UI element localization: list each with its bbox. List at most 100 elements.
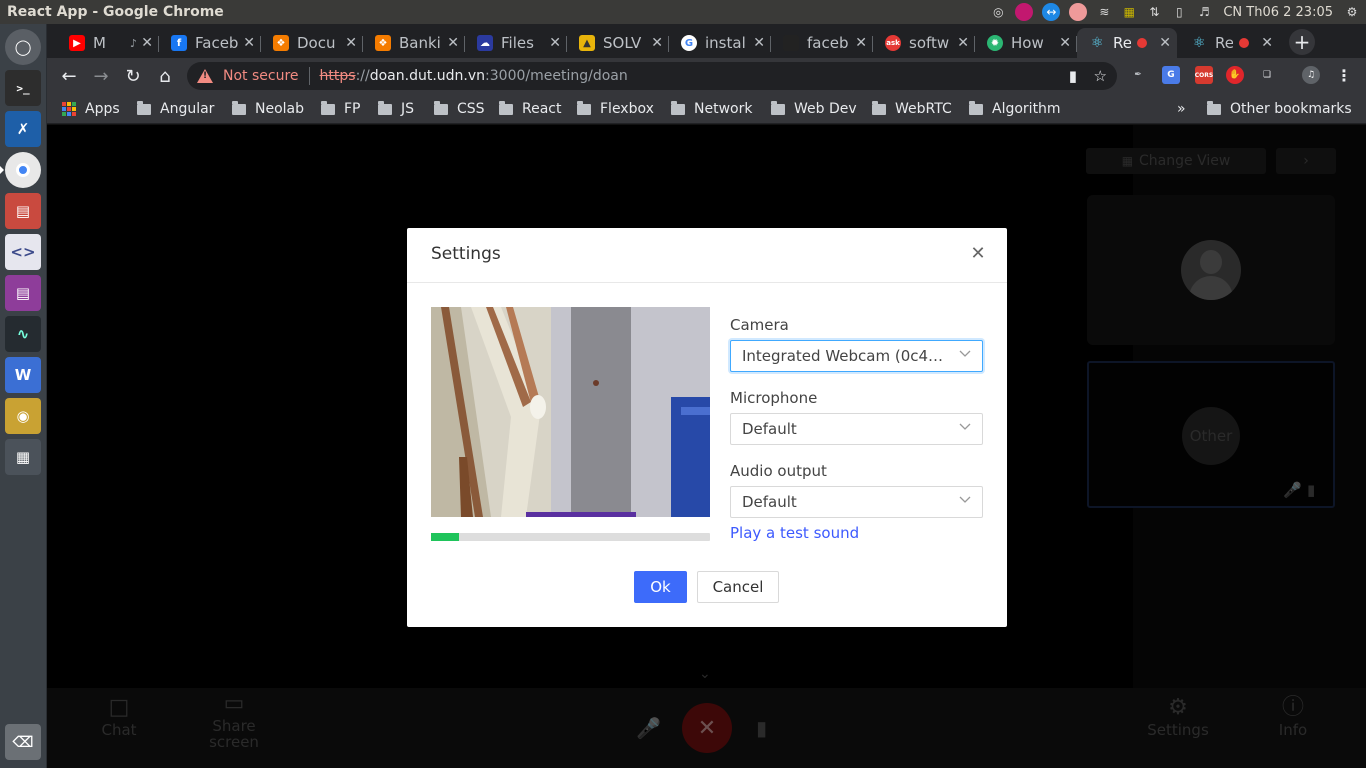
- tab[interactable]: ✹ How ✕: [975, 28, 1077, 58]
- bookmark-folder[interactable]: Algorithm: [969, 100, 1061, 118]
- settings-dialog: Settings ✕ Camera Integrated Webcam (0c4…: [407, 228, 1007, 627]
- bookmark-folder[interactable]: Angular: [137, 100, 214, 118]
- folder-icon: [872, 100, 886, 115]
- volume-icon[interactable]: ♬: [1196, 4, 1212, 20]
- menu-kebab-icon[interactable]: ⋮: [1335, 66, 1353, 85]
- vscode-icon[interactable]: ✗: [5, 111, 41, 147]
- play-test-sound-link[interactable]: Play a test sound: [730, 524, 859, 542]
- bookmark-folder[interactable]: Network: [671, 100, 752, 118]
- tab[interactable]: ▲ SOLV ✕: [567, 28, 669, 58]
- system-monitor-icon[interactable]: ∿: [5, 316, 41, 352]
- tab[interactable]: ❖ Docu ✕: [261, 28, 363, 58]
- audio-playing-icon[interactable]: ♪: [130, 37, 137, 50]
- close-tab-icon[interactable]: ✕: [753, 35, 765, 51]
- app-indicator-icon[interactable]: [1069, 3, 1088, 21]
- tab-active[interactable]: ⚛ Re ✕: [1077, 28, 1177, 58]
- extension-icon[interactable]: ❏: [1258, 66, 1276, 84]
- image-viewer-icon[interactable]: ◉: [5, 398, 41, 434]
- forward-icon[interactable]: →: [89, 64, 113, 88]
- close-tab-icon[interactable]: ✕: [1261, 35, 1273, 51]
- camera-in-use-icon[interactable]: ▮: [1069, 67, 1077, 85]
- writer-icon[interactable]: W: [5, 357, 41, 393]
- window-app-icon[interactable]: ▤: [5, 275, 41, 311]
- tab[interactable]: ⚛ Re ✕: [1179, 28, 1279, 58]
- clock[interactable]: CN Th06 2 23:05: [1221, 5, 1335, 20]
- tab[interactable]: ask softw ✕: [873, 28, 975, 58]
- close-tab-icon[interactable]: ✕: [141, 35, 153, 51]
- reload-icon[interactable]: ↻: [121, 64, 145, 88]
- teamviewer-icon[interactable]: ↔: [1042, 3, 1061, 21]
- translate-icon[interactable]: G: [1162, 66, 1180, 84]
- folder-icon: [577, 100, 591, 115]
- trash-icon[interactable]: ⌫: [5, 724, 41, 760]
- wifi-icon[interactable]: ≋: [1096, 4, 1112, 20]
- bookmark-folder[interactable]: CSS: [434, 100, 485, 118]
- bookmark-label: Web Dev: [794, 101, 857, 117]
- chrome-icon[interactable]: [5, 152, 41, 188]
- battery-icon[interactable]: ▯: [1171, 4, 1187, 20]
- tab[interactable]: ❖ Banki ✕: [363, 28, 465, 58]
- files-icon[interactable]: ▤: [5, 193, 41, 229]
- ok-button[interactable]: Ok: [634, 571, 687, 603]
- bookmark-folder[interactable]: WebRTC: [872, 100, 952, 118]
- profile-avatar[interactable]: ♫: [1302, 66, 1320, 84]
- bookmark-label: Other bookmarks: [1230, 101, 1352, 117]
- workspaces-icon[interactable]: ▦: [5, 439, 41, 475]
- close-tab-icon[interactable]: ✕: [1159, 35, 1171, 51]
- onedrive-icon: ☁: [477, 35, 493, 51]
- close-tab-icon[interactable]: ✕: [243, 35, 255, 51]
- firefox-dev-icon[interactable]: [1015, 3, 1034, 21]
- url-host: doan.dut.udn.vn: [369, 68, 486, 84]
- camera-select[interactable]: Integrated Webcam (0c45:6...: [730, 340, 983, 372]
- terminal-icon[interactable]: >_: [5, 70, 41, 106]
- folder-icon: [321, 100, 335, 115]
- address-bar[interactable]: ! Not secure https://doan.dut.udn.vn:300…: [187, 62, 1117, 90]
- bookmark-folder[interactable]: React: [499, 100, 561, 118]
- bookmark-apps[interactable]: Apps: [62, 100, 120, 118]
- tab[interactable]: ☁ Files ✕: [465, 28, 567, 58]
- home-icon[interactable]: ⌂: [153, 64, 177, 88]
- close-tab-icon[interactable]: ✕: [957, 35, 969, 51]
- adblock-icon[interactable]: ✋: [1226, 66, 1244, 84]
- bookmark-folder[interactable]: JS: [378, 100, 414, 118]
- security-status[interactable]: Not secure: [223, 68, 299, 84]
- microphone-select[interactable]: Default: [730, 413, 983, 445]
- new-tab-button[interactable]: +: [1289, 29, 1315, 55]
- folder-icon: [137, 100, 151, 115]
- ubuntu-icon[interactable]: ◯: [5, 29, 41, 65]
- bluetooth-icon[interactable]: ⇅: [1146, 4, 1162, 20]
- close-tab-icon[interactable]: ✕: [651, 35, 663, 51]
- eyedropper-icon[interactable]: ✒: [1129, 66, 1147, 84]
- keyboard-layout-icon[interactable]: ▦: [1121, 4, 1137, 20]
- bookmark-other[interactable]: Other bookmarks: [1207, 100, 1352, 118]
- close-tab-icon[interactable]: ✕: [345, 35, 357, 51]
- power-gear-icon[interactable]: ⚙: [1344, 4, 1360, 20]
- bookmarks-overflow-button[interactable]: »: [1177, 100, 1186, 118]
- lightbulb-icon[interactable]: ◎: [990, 4, 1006, 20]
- bookmark-label: WebRTC: [895, 101, 952, 117]
- cancel-button[interactable]: Cancel: [697, 571, 779, 603]
- bookmark-folder[interactable]: Neolab: [232, 100, 304, 118]
- close-tab-icon[interactable]: ✕: [447, 35, 459, 51]
- dialog-divider: [407, 282, 1007, 283]
- close-tab-icon[interactable]: ✕: [1059, 35, 1071, 51]
- bookmark-label: Algorithm: [992, 101, 1061, 117]
- bookmark-folder[interactable]: Web Dev: [771, 100, 857, 118]
- bookmark-star-icon[interactable]: ☆: [1094, 67, 1107, 85]
- tab[interactable]: f Faceb ✕: [159, 28, 261, 58]
- close-dialog-icon[interactable]: ✕: [969, 244, 987, 264]
- bookmark-folder[interactable]: Flexbox: [577, 100, 654, 118]
- bookmark-label: React: [522, 101, 562, 117]
- camera-label: Camera: [730, 316, 789, 334]
- back-icon[interactable]: ←: [57, 64, 81, 88]
- tab[interactable]: faceb ✕: [771, 28, 873, 58]
- close-tab-icon[interactable]: ✕: [855, 35, 867, 51]
- tab[interactable]: ▶ M ♪ ✕: [57, 28, 159, 58]
- tab[interactable]: G instal ✕: [669, 28, 771, 58]
- cors-icon[interactable]: CORS: [1195, 66, 1213, 84]
- audio-output-select[interactable]: Default: [730, 486, 983, 518]
- code-editor-icon[interactable]: <>: [5, 234, 41, 270]
- bookmark-folder[interactable]: FP: [321, 100, 361, 118]
- warning-icon: ▲: [579, 35, 595, 51]
- close-tab-icon[interactable]: ✕: [549, 35, 561, 51]
